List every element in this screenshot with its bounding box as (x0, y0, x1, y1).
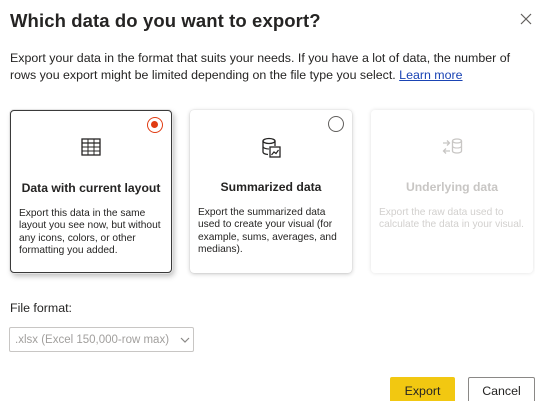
option-description: Export the raw data used to calculate th… (379, 207, 524, 231)
database-arrows-icon (442, 138, 463, 154)
radio-current-layout[interactable] (147, 117, 163, 133)
database-chart-icon (262, 137, 281, 158)
cancel-button[interactable]: Cancel (468, 377, 535, 401)
option-description: Export the summarized data used to creat… (198, 207, 337, 256)
option-description: Export this data in the same layout you … (19, 208, 161, 257)
option-card-current-layout[interactable]: Data with current layout Export this dat… (10, 110, 172, 273)
option-card-summarized[interactable]: Summarized data Export the summarized da… (190, 110, 352, 273)
close-icon (520, 13, 532, 25)
close-button[interactable] (517, 8, 535, 30)
option-card-underlying: Underlying data Export the raw data used… (371, 110, 533, 273)
export-button[interactable]: Export (390, 377, 455, 401)
dialog-description: Export your data in the format that suit… (10, 50, 530, 84)
option-title: Underlying data (405, 180, 499, 194)
option-title: Data with current layout (21, 181, 161, 195)
file-format-label: File format: (10, 301, 72, 315)
option-title: Summarized data (220, 180, 322, 194)
dialog-title: Which data do you want to export? (10, 10, 321, 31)
radio-summarized[interactable] (328, 116, 344, 132)
table-icon (81, 138, 101, 156)
file-format-value: .xlsx (Excel 150,000-row max) (15, 333, 170, 346)
file-format-select[interactable]: .xlsx (Excel 150,000-row max) (9, 327, 194, 352)
chevron-down-icon (180, 337, 190, 343)
export-data-dialog: Which data do you want to export? Export… (0, 0, 535, 401)
learn-more-link[interactable]: Learn more (399, 68, 462, 82)
